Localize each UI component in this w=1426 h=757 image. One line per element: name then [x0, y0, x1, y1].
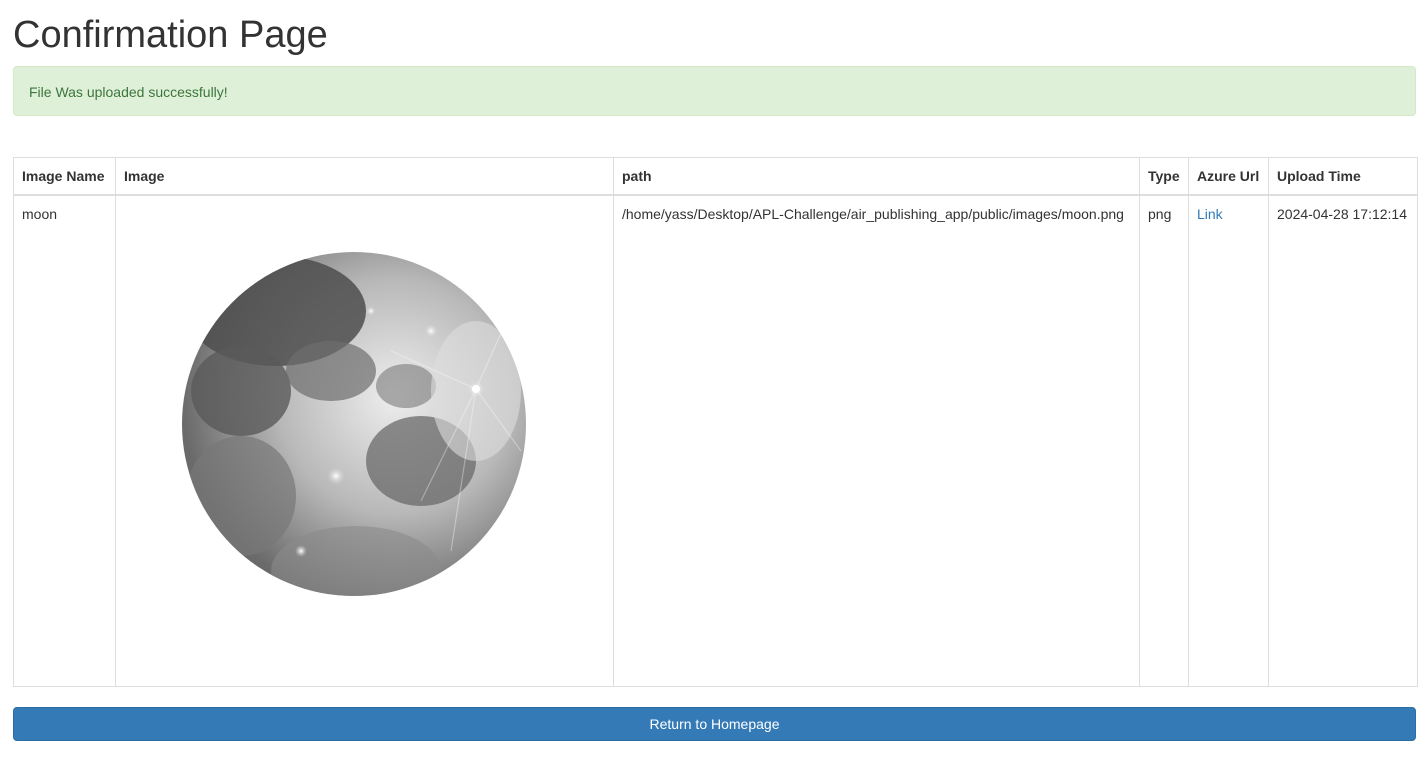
cell-type: png [1139, 194, 1189, 687]
table-header-row: Image Name Image path Type Azure Url Upl… [13, 157, 1418, 196]
page-title: Confirmation Page [13, 14, 328, 56]
header-image-name: Image Name [13, 157, 116, 196]
azure-url-link[interactable]: Link [1197, 206, 1223, 222]
table-row: moon /home/yass/Desktop/APL-Challenge/ai… [13, 194, 1418, 687]
cell-image-name: moon [13, 194, 116, 687]
moon-image [182, 252, 526, 596]
cell-azure-url: Link [1188, 194, 1269, 687]
confirmation-page: Confirmation Page File Was uploaded succ… [13, 0, 1418, 741]
success-alert-message: File Was uploaded successfully! [29, 84, 228, 100]
upload-results-table: Image Name Image path Type Azure Url Upl… [13, 157, 1418, 687]
header-azure-url: Azure Url [1188, 157, 1269, 196]
cell-image [115, 194, 614, 687]
success-alert: File Was uploaded successfully! [13, 66, 1416, 116]
moon-image-wrapper [116, 196, 597, 670]
header-upload-time: Upload Time [1268, 157, 1418, 196]
header-type: Type [1139, 157, 1189, 196]
header-image: Image [115, 157, 614, 196]
cell-upload-time: 2024-04-28 17:12:14 [1268, 194, 1418, 687]
return-to-homepage-button[interactable]: Return to Homepage [13, 707, 1416, 741]
cell-path: /home/yass/Desktop/APL-Challenge/air_pub… [613, 194, 1140, 687]
header-path: path [613, 157, 1140, 196]
